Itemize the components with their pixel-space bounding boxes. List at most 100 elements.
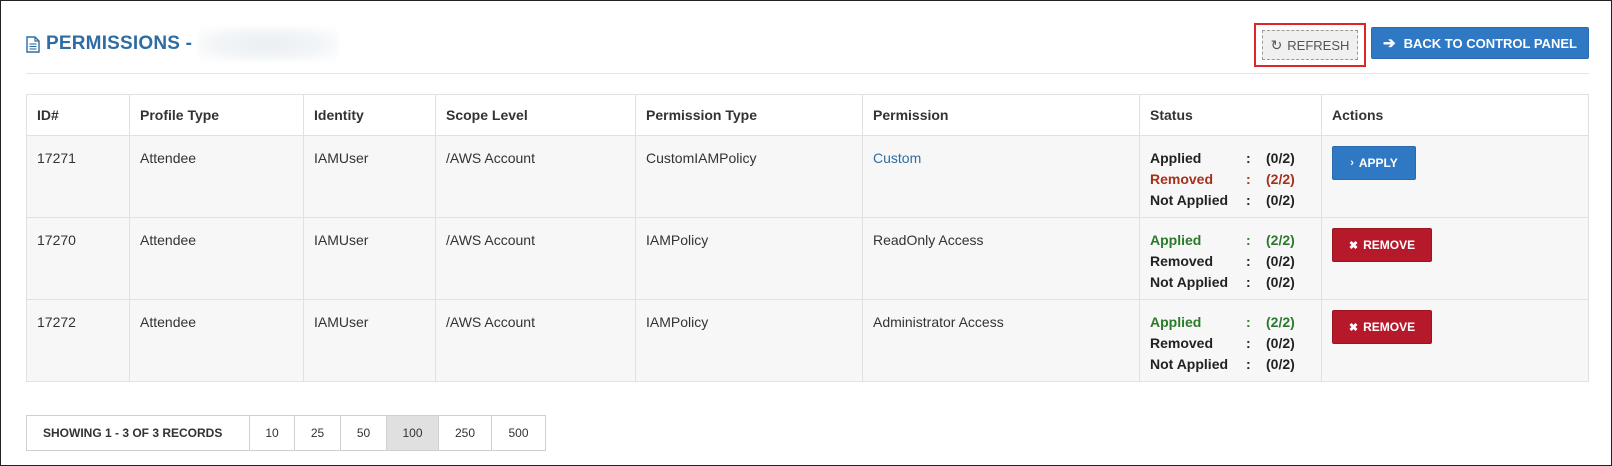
- status-label: Not Applied: [1150, 356, 1229, 372]
- status-separator: :: [1246, 335, 1251, 351]
- table-header-row: ID# Profile Type Identity Scope Level Pe…: [26, 94, 1589, 136]
- permission-link-custom[interactable]: Custom: [862, 135, 1140, 218]
- permissions-table: ID# Profile Type Identity Scope Level Pe…: [26, 94, 1589, 382]
- status-label: Applied: [1150, 314, 1202, 330]
- col-id: ID#: [26, 94, 130, 136]
- status-summary: Applied : (2/2) Removed : (0/2) Not Appl…: [1150, 230, 1311, 293]
- status-applied: Applied : (2/2): [1150, 230, 1311, 251]
- col-identity: Identity: [303, 94, 436, 136]
- cell-identity: IAMUser: [303, 299, 436, 382]
- redacted-name: [198, 27, 339, 61]
- refresh-icon: ↻: [1270, 36, 1283, 53]
- page-size-10[interactable]: 10: [250, 415, 295, 451]
- table-row: 17270 Attendee IAMUser /AWS Account IAMP…: [26, 217, 1589, 300]
- col-permission-type: Permission Type: [635, 94, 863, 136]
- status-applied: Applied : (0/2): [1150, 148, 1311, 169]
- status-label: Not Applied: [1150, 192, 1229, 208]
- status-not-applied: Not Applied : (0/2): [1150, 190, 1311, 211]
- refresh-label: REFRESH: [1287, 37, 1350, 53]
- page-size-250[interactable]: 250: [439, 415, 492, 451]
- cell-permission-type: IAMPolicy: [635, 217, 863, 300]
- status-separator: :: [1246, 171, 1251, 187]
- chevron-right-icon: ›: [1350, 157, 1354, 169]
- status-separator: :: [1246, 274, 1251, 290]
- page-size-50[interactable]: 50: [341, 415, 387, 451]
- page-size-100[interactable]: 100: [387, 415, 439, 451]
- status-separator: :: [1246, 192, 1251, 208]
- table-row: 17272 Attendee IAMUser /AWS Account IAMP…: [26, 299, 1589, 382]
- cell-id: 17270: [26, 217, 130, 300]
- cell-status: Applied : (0/2) Removed : (2/2) Not Appl…: [1139, 135, 1322, 218]
- cell-id: 17272: [26, 299, 130, 382]
- status-value: (0/2): [1266, 150, 1295, 166]
- cell-profile-type: Attendee: [129, 135, 304, 218]
- close-icon: ✖: [1348, 321, 1359, 334]
- pagination: SHOWING 1 - 3 OF 3 RECORDS 10 25 50 100 …: [26, 415, 546, 451]
- cell-actions: ✖ REMOVE: [1321, 217, 1589, 300]
- status-value: (0/2): [1266, 335, 1295, 351]
- status-separator: :: [1246, 356, 1251, 372]
- close-icon: ✖: [1348, 239, 1359, 252]
- cell-permission-type: CustomIAMPolicy: [635, 135, 863, 218]
- status-removed: Removed : (0/2): [1150, 333, 1311, 354]
- col-actions: Actions: [1321, 94, 1589, 136]
- cell-identity: IAMUser: [303, 217, 436, 300]
- cell-permission-type: IAMPolicy: [635, 299, 863, 382]
- page-size-25[interactable]: 25: [295, 415, 341, 451]
- status-value: (2/2): [1266, 314, 1295, 330]
- page-title: PERMISSIONS -: [26, 27, 339, 61]
- cell-identity: IAMUser: [303, 135, 436, 218]
- status-label: Not Applied: [1150, 274, 1229, 290]
- arrow-left-icon: ➔: [1383, 35, 1396, 52]
- status-value: (2/2): [1266, 232, 1295, 248]
- cell-actions: ✖ REMOVE: [1321, 299, 1589, 382]
- page-frame: PERMISSIONS - ↻ REFRESH ➔ BACK TO CONTRO…: [0, 0, 1612, 466]
- cell-permission: Administrator Access: [862, 299, 1140, 382]
- status-summary: Applied : (0/2) Removed : (2/2) Not Appl…: [1150, 148, 1311, 211]
- refresh-button[interactable]: ↻ REFRESH: [1262, 30, 1358, 60]
- remove-label: REMOVE: [1363, 320, 1416, 334]
- status-label: Removed: [1150, 335, 1214, 351]
- status-value: (0/2): [1266, 253, 1295, 269]
- cell-scope-level: /AWS Account: [435, 135, 636, 218]
- cell-scope-level: /AWS Account: [435, 299, 636, 382]
- cell-scope-level: /AWS Account: [435, 217, 636, 300]
- col-status: Status: [1139, 94, 1322, 136]
- status-separator: :: [1246, 232, 1251, 248]
- cell-status: Applied : (2/2) Removed : (0/2) Not Appl…: [1139, 217, 1322, 300]
- status-value: (0/2): [1266, 274, 1295, 290]
- apply-label: APPLY: [1358, 156, 1398, 170]
- cell-id: 17271: [26, 135, 130, 218]
- remove-button[interactable]: ✖ REMOVE: [1332, 228, 1432, 262]
- apply-button[interactable]: › APPLY: [1332, 146, 1416, 180]
- status-label: Removed: [1150, 253, 1214, 269]
- cell-status: Applied : (2/2) Removed : (0/2) Not Appl…: [1139, 299, 1322, 382]
- back-label: BACK TO CONTROL PANEL: [1403, 35, 1577, 51]
- status-applied: Applied : (2/2): [1150, 312, 1311, 333]
- status-value: (0/2): [1266, 192, 1295, 208]
- cell-permission: ReadOnly Access: [862, 217, 1140, 300]
- records-info: SHOWING 1 - 3 OF 3 RECORDS: [26, 415, 250, 451]
- status-separator: :: [1246, 150, 1251, 166]
- status-not-applied: Not Applied : (0/2): [1150, 354, 1311, 375]
- col-profile-type: Profile Type: [129, 94, 304, 136]
- status-value: (0/2): [1266, 356, 1295, 372]
- status-separator: :: [1246, 253, 1251, 269]
- col-permission: Permission: [862, 94, 1140, 136]
- refresh-highlight: ↻ REFRESH: [1254, 23, 1366, 67]
- cell-actions: › APPLY: [1321, 135, 1589, 218]
- status-removed: Removed : (2/2): [1150, 169, 1311, 190]
- remove-button[interactable]: ✖ REMOVE: [1332, 310, 1432, 344]
- status-value: (2/2): [1266, 171, 1295, 187]
- status-label: Applied: [1150, 232, 1202, 248]
- document-icon: [26, 35, 40, 53]
- status-label: Removed: [1150, 171, 1214, 187]
- cell-profile-type: Attendee: [129, 299, 304, 382]
- status-not-applied: Not Applied : (0/2): [1150, 272, 1311, 293]
- back-to-control-panel-button[interactable]: ➔ BACK TO CONTROL PANEL: [1371, 27, 1589, 59]
- remove-label: REMOVE: [1363, 238, 1416, 252]
- page-header: PERMISSIONS - ↻ REFRESH ➔ BACK TO CONTRO…: [26, 23, 1589, 74]
- status-summary: Applied : (2/2) Removed : (0/2) Not Appl…: [1150, 312, 1311, 375]
- page-size-500[interactable]: 500: [492, 415, 546, 451]
- status-separator: :: [1246, 314, 1251, 330]
